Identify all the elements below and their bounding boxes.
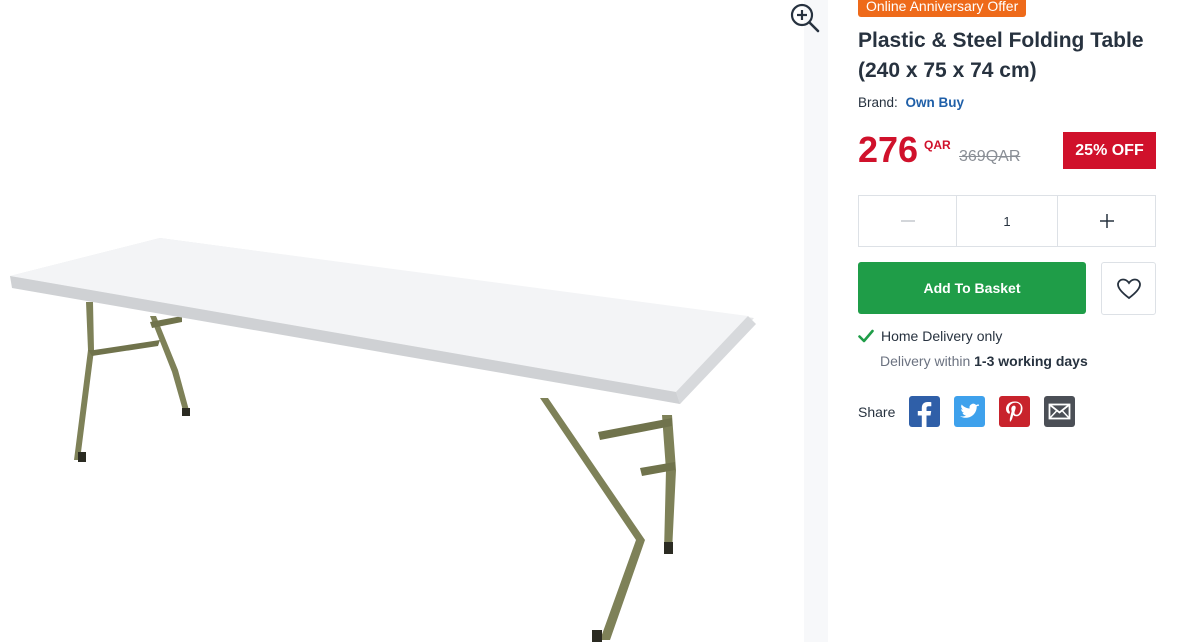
product-title: Plastic & Steel Folding Table (240 x 75 … xyxy=(858,29,1144,82)
delivery-within-value: 1-3 working days xyxy=(974,353,1088,369)
decrement-button[interactable] xyxy=(859,196,956,246)
brand-row: Brand: Own Buy xyxy=(858,95,964,110)
product-gallery xyxy=(0,0,804,642)
current-price: 276 xyxy=(858,129,919,170)
offer-badge: Online Anniversary Offer xyxy=(858,0,1027,17)
heart-icon xyxy=(1116,278,1141,299)
zoom-in-button[interactable] xyxy=(786,0,824,36)
quantity-value[interactable]: 1 xyxy=(956,196,1058,246)
share-facebook-button[interactable] xyxy=(909,396,941,427)
minus-icon xyxy=(900,220,915,222)
share-label: Share xyxy=(858,403,896,420)
zoom-in-icon xyxy=(790,3,820,33)
facebook-icon xyxy=(918,402,932,427)
delivery-option: Home Delivery only xyxy=(881,328,1003,344)
share-pinterest-button[interactable] xyxy=(999,396,1031,427)
gallery-gutter xyxy=(804,0,828,642)
folding-table-image xyxy=(10,238,756,642)
brand-label: Brand: xyxy=(858,95,898,110)
share-twitter-button[interactable] xyxy=(954,396,986,427)
discount-badge: 25% OFF xyxy=(1063,132,1156,169)
share-email-button[interactable] xyxy=(1044,396,1076,427)
price-row: 276 QAR 369QAR 25% OFF xyxy=(858,128,1158,174)
original-price: 369QAR xyxy=(959,148,1021,165)
quantity-stepper: 1 xyxy=(858,195,1156,247)
add-to-basket-button[interactable]: Add To Basket xyxy=(858,262,1086,314)
delivery-time: Delivery within 1-3 working days xyxy=(880,353,1158,369)
check-icon xyxy=(858,329,874,343)
email-icon xyxy=(1048,403,1071,420)
delivery-within-label: Delivery within xyxy=(880,353,971,369)
delivery-info: Home Delivery only Delivery within 1-3 w… xyxy=(858,328,1158,369)
pinterest-icon xyxy=(1006,401,1023,422)
price-currency: QAR xyxy=(924,138,951,152)
plus-icon xyxy=(1099,214,1114,228)
wishlist-button[interactable] xyxy=(1101,262,1156,315)
twitter-icon xyxy=(960,403,980,418)
brand-link[interactable]: Own Buy xyxy=(906,95,965,110)
share-row: Share xyxy=(858,396,1089,427)
increment-button[interactable] xyxy=(1058,196,1155,246)
